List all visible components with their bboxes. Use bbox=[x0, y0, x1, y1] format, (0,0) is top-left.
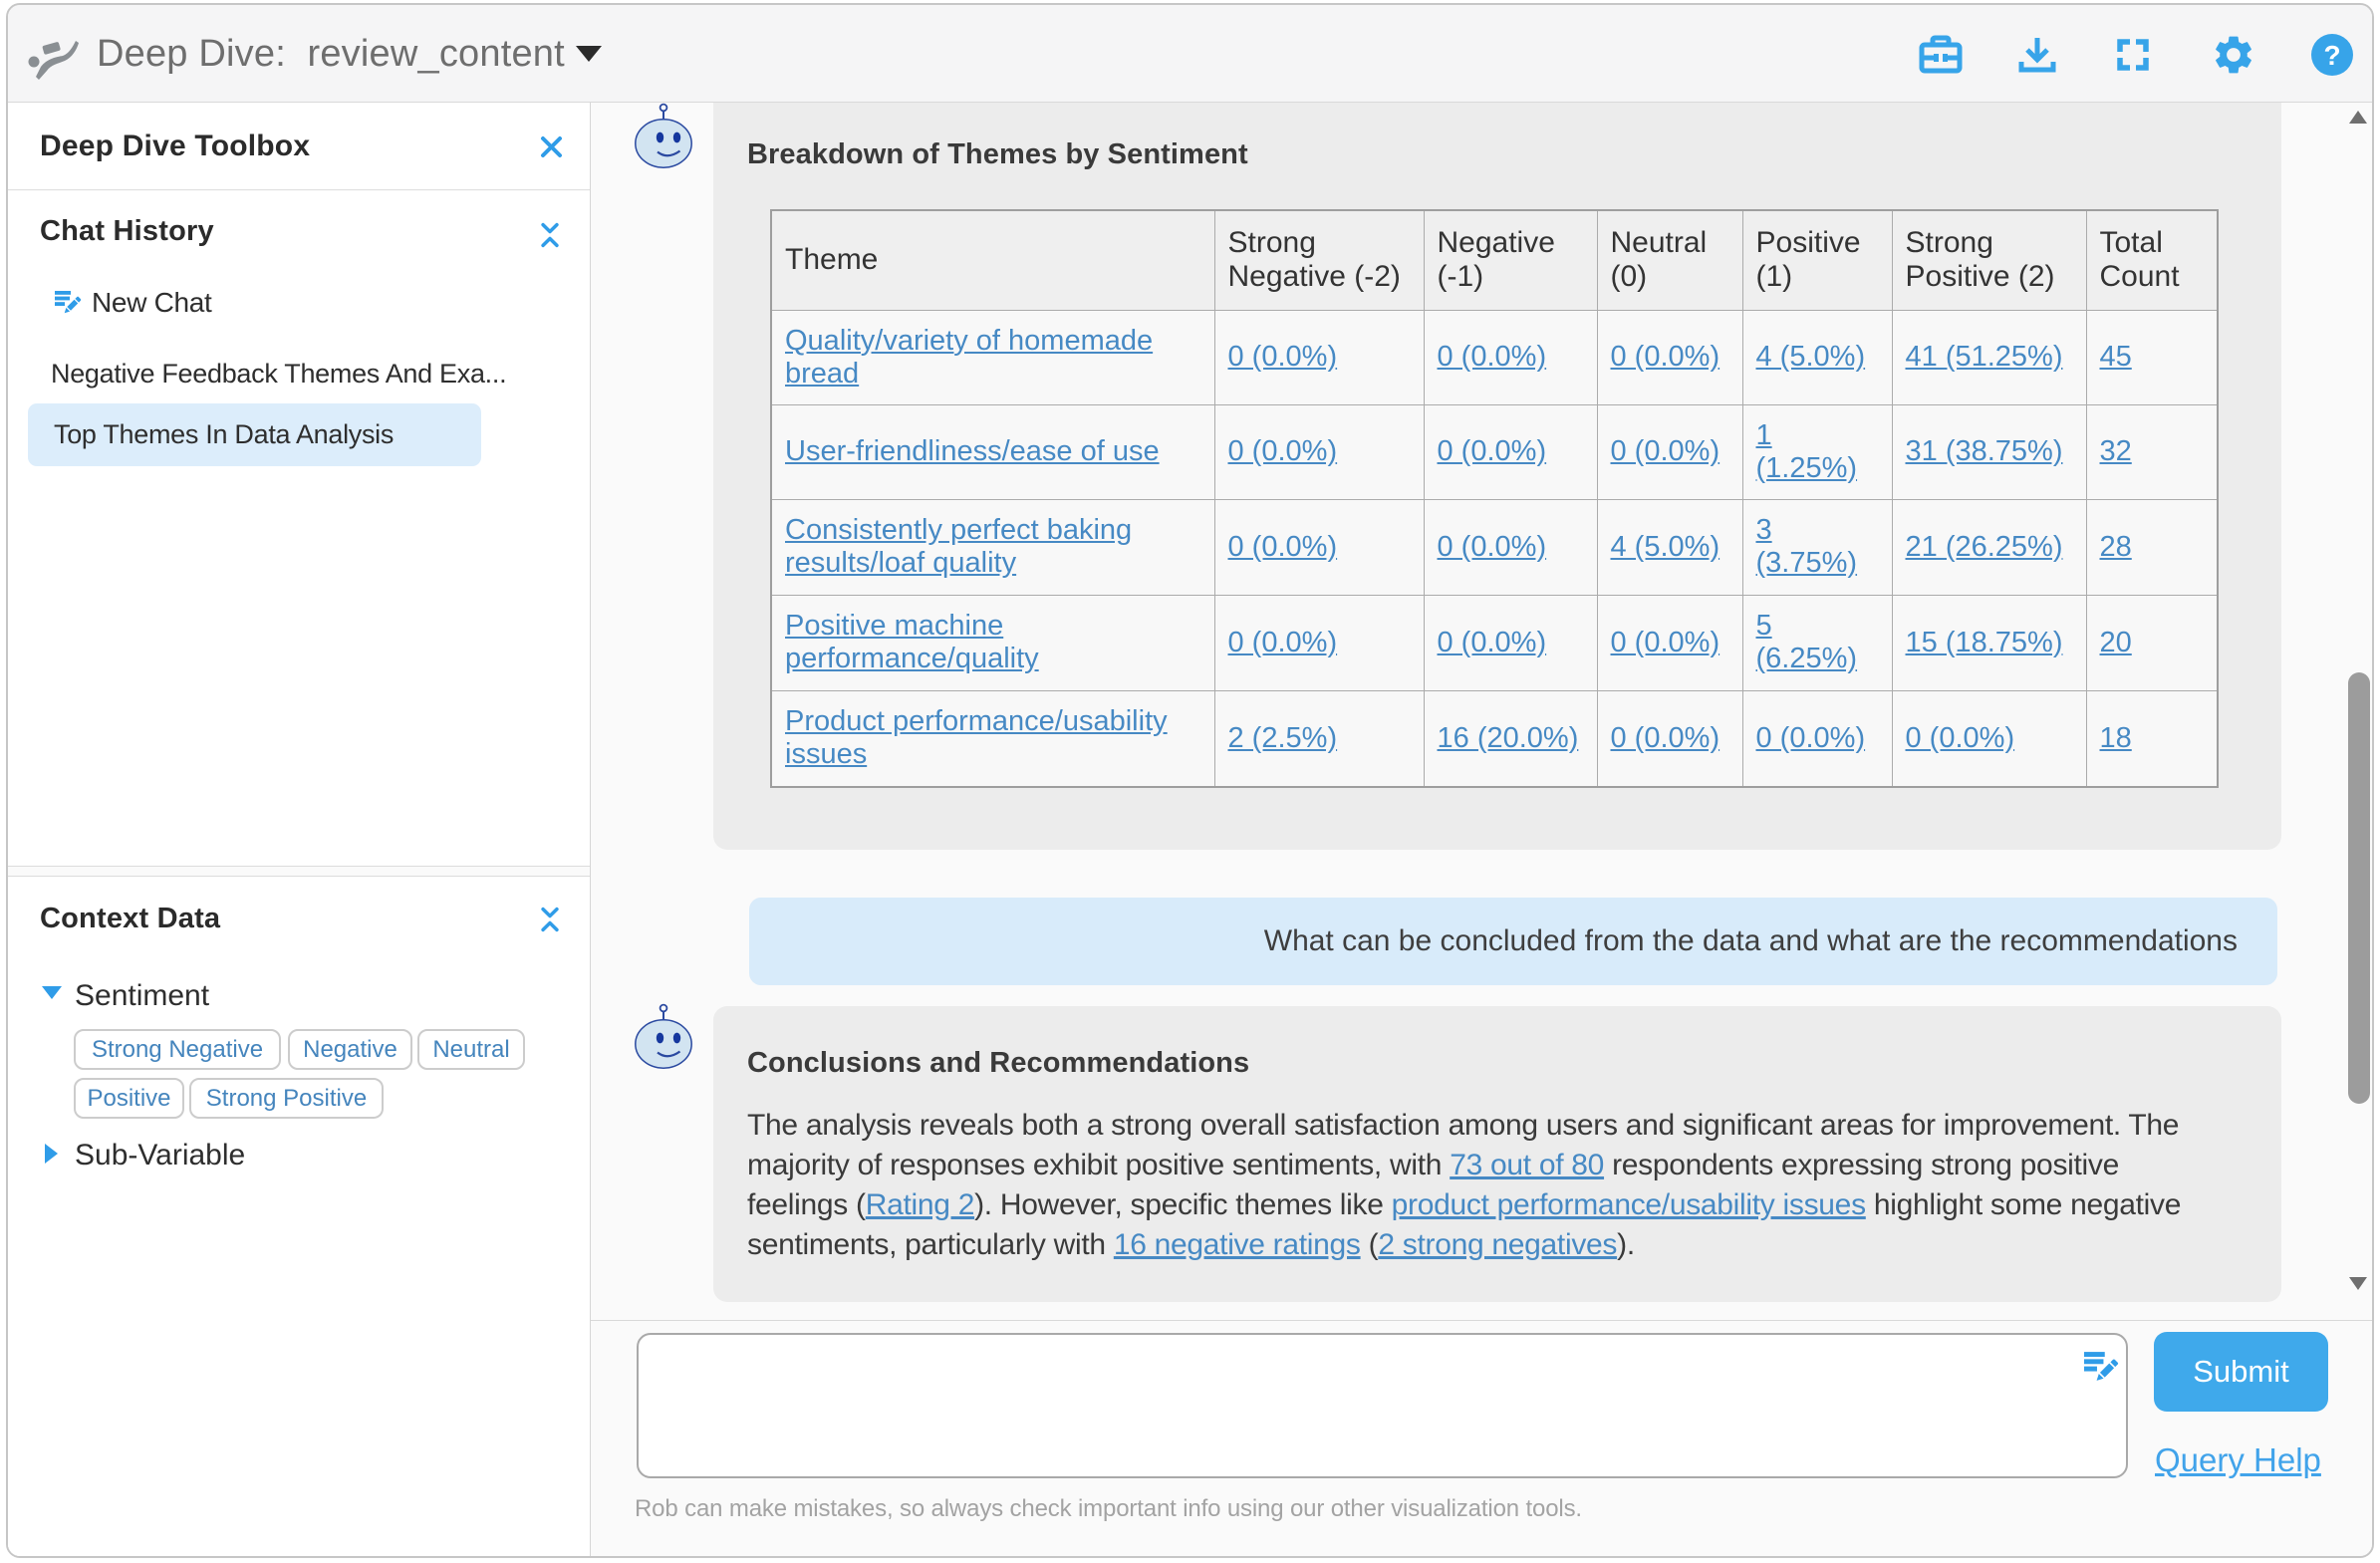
svg-text:?: ? bbox=[2323, 40, 2340, 71]
